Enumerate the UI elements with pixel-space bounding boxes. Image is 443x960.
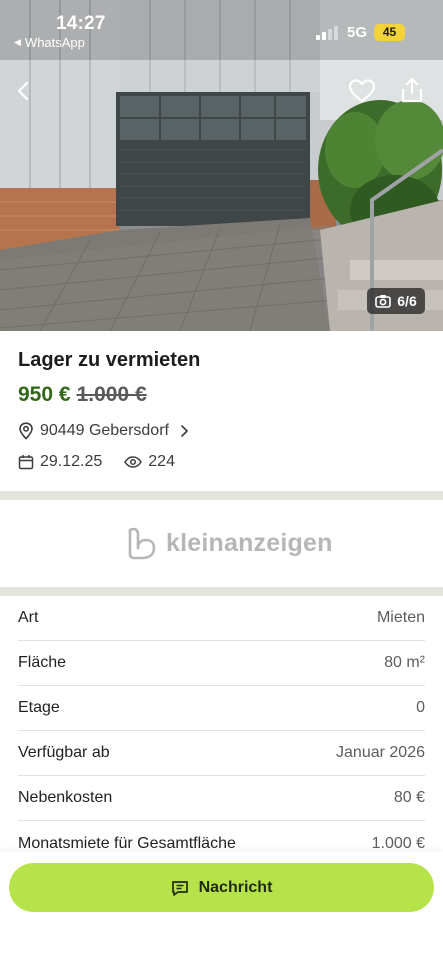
attribute-key: Etage [18, 699, 60, 716]
bottom-action-bar: Nachricht [0, 852, 443, 960]
views-number: 224 [148, 453, 175, 470]
attribute-key: Monatsmiete für Gesamtfläche [18, 834, 236, 852]
message-button[interactable]: Nachricht [9, 863, 434, 912]
brand-banner: kleinanzeigen [126, 526, 333, 560]
attribute-row: Fläche 80 m² [18, 641, 425, 686]
attribute-key: Verfügbar ab [18, 744, 110, 761]
heart-icon [348, 79, 376, 103]
back-to-app[interactable]: ◀ WhatsApp [14, 35, 85, 50]
section-divider [0, 491, 443, 500]
attribute-value: 0 [416, 699, 425, 716]
back-app-label: WhatsApp [24, 35, 85, 50]
attribute-key: Nebenkosten [18, 789, 113, 806]
eye-icon [124, 456, 143, 468]
location-link[interactable]: 90449 Gebersdorf [18, 422, 191, 440]
attribute-value: Mieten [376, 609, 425, 626]
camera-icon [375, 295, 392, 308]
status-bar: 14:27 ◀ WhatsApp 5G 45 [0, 0, 443, 56]
back-triangle-icon: ◀ [14, 37, 21, 47]
location-pin-icon [19, 422, 33, 440]
listing-title: Lager zu vermieten [18, 349, 201, 371]
photo-counter: 6/6 [367, 288, 425, 314]
signal-icon [316, 26, 338, 40]
calendar-icon [18, 455, 34, 470]
attributes-table: Art Mieten Fläche 80 m² Etage 0 Verfügba… [18, 596, 425, 866]
attribute-key: Art [18, 609, 39, 626]
attribute-value: 1.000 € [371, 834, 425, 852]
current-price: 950 € [18, 383, 71, 406]
attribute-value: 80 € [393, 789, 425, 806]
message-icon [171, 880, 188, 896]
attribute-value: Januar 2026 [336, 744, 425, 761]
views-count: 224 [124, 453, 175, 471]
attribute-key: Fläche [18, 654, 67, 671]
section-divider [0, 587, 443, 596]
price-row: 950 € 1.000 € [18, 383, 147, 407]
share-button[interactable] [396, 74, 428, 106]
attribute-row: Etage 0 [18, 686, 425, 731]
status-time: 14:27 [56, 13, 106, 34]
listing-photo[interactable]: 14:27 ◀ WhatsApp 5G 45 6/6 [0, 0, 443, 331]
attribute-row: Art Mieten [18, 596, 425, 641]
attribute-value: 80 m² [384, 654, 425, 671]
battery-indicator: 45 [374, 24, 405, 41]
network-type: 5G [347, 24, 368, 41]
message-button-label: Nachricht [198, 878, 273, 896]
posted-date: 29.12.25 [40, 453, 103, 470]
location-text: 90449 Gebersdorf [40, 422, 169, 439]
chevron-left-icon [17, 81, 29, 101]
chevron-right-icon [181, 425, 188, 437]
attribute-row: Verfügbar ab Januar 2026 [18, 731, 425, 776]
share-icon [401, 77, 423, 103]
back-button[interactable] [8, 75, 40, 107]
favorite-button[interactable] [346, 75, 378, 107]
kleinanzeigen-logo-icon [128, 527, 156, 560]
old-price: 1.000 € [76, 383, 147, 406]
photo-counter-text: 6/6 [397, 293, 417, 309]
brand-name: kleinanzeigen [166, 528, 333, 557]
attribute-row: Nebenkosten 80 € [18, 776, 425, 821]
date-views-row: 29.12.25 224 [18, 453, 175, 471]
